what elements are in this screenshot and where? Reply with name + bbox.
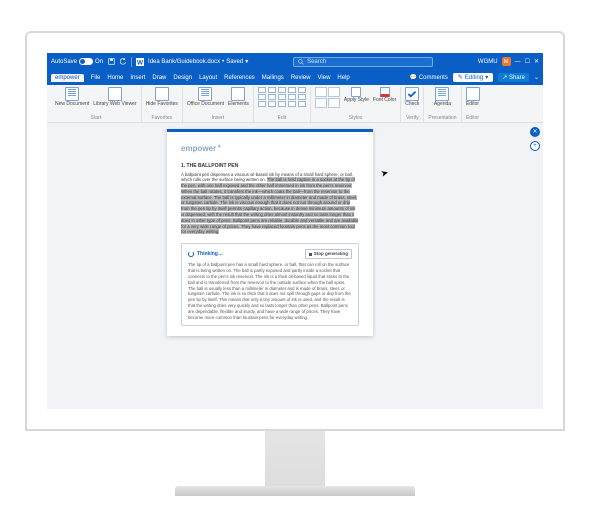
ribbon-group-edit: Edit (254, 87, 311, 122)
spinner-icon (188, 251, 194, 257)
window-maximize-icon[interactable]: ☐ (525, 58, 530, 65)
search-icon (298, 59, 304, 65)
titlebar: AutoSave On W Idea Bank/Guidebook.docx •… (47, 53, 543, 71)
tab-insert[interactable]: Insert (130, 75, 145, 81)
account-label[interactable]: WGMU (478, 59, 498, 65)
elements-button[interactable]: Elements (228, 87, 249, 108)
comments-button[interactable]: 💬 Comments (410, 74, 448, 81)
check-button[interactable]: Check (405, 87, 419, 108)
page: empower✦ ➤ 1. THE BALLPOINT PEN A ballpo… (167, 129, 373, 337)
toggle-switch[interactable] (79, 58, 93, 65)
tab-references[interactable]: References (224, 75, 255, 81)
doc-heading: 1. THE BALLPOINT PEN (181, 163, 359, 169)
word-icon: W (136, 58, 144, 66)
ribbon-group-verify: Check Verify (401, 87, 424, 122)
search-input[interactable]: Search (293, 57, 433, 67)
ribbon-group-insert: Office Document Elements Insert (183, 87, 254, 122)
ai-panel: Thinking… Stop generating The tip of a b… (181, 243, 359, 326)
tab-mailings[interactable]: Mailings (262, 75, 284, 81)
svg-text:W: W (137, 59, 144, 66)
stop-icon (309, 253, 312, 256)
ribbon-group-editor: Editor Editor (462, 87, 484, 122)
autosave-state: On (95, 59, 103, 65)
office-document-button[interactable]: Office Document (187, 87, 224, 108)
search-placeholder: Search (307, 59, 326, 65)
tab-help[interactable]: Help (337, 75, 349, 81)
save-icon[interactable] (107, 58, 115, 66)
tab-view[interactable]: View (318, 75, 331, 81)
apply-style-button[interactable]: Apply Style (344, 87, 369, 104)
stop-generating-button[interactable]: Stop generating (305, 249, 352, 259)
tab-empower[interactable]: empower (51, 74, 84, 82)
ribbon-group-favorites: Hide Favorites Favorites (142, 87, 183, 122)
sparkle-icon: ✦ (217, 144, 221, 150)
ribbon-group-presentation: Agenda Presentation (424, 87, 461, 122)
agenda-button[interactable]: Agenda (434, 87, 451, 108)
editing-mode-button[interactable]: ✎ Editing ▾ (453, 73, 493, 82)
rail-close-button[interactable]: ✕ (530, 127, 540, 137)
ribbon-collapse-icon[interactable]: ⌄ (534, 74, 539, 81)
hide-favorites-button[interactable]: Hide Favorites (146, 87, 178, 108)
rail-add-button[interactable]: + (530, 141, 540, 151)
cursor-icon: ➤ (380, 167, 390, 180)
check-icon (406, 88, 418, 100)
tab-file[interactable]: File (91, 75, 101, 81)
document-canvas[interactable]: ✕ + empower✦ ➤ 1. THE BALLPOINT PEN A ba… (47, 123, 543, 409)
library-webviewer-button[interactable]: Library Web Viewer (93, 87, 136, 108)
autosave-toggle[interactable]: AutoSave On (51, 58, 103, 65)
body-highlighted: The ball is held captive in a socket at … (181, 177, 358, 234)
ribbon-group-styles: Apply Style Font Color Styles (311, 87, 401, 122)
tab-home[interactable]: Home (107, 75, 123, 81)
tab-draw[interactable]: Draw (152, 75, 166, 81)
share-button[interactable]: ↗ Share (498, 73, 529, 82)
tab-design[interactable]: Design (173, 75, 192, 81)
autosave-label: AutoSave (51, 59, 77, 65)
empower-logo: empower✦ (181, 144, 359, 153)
new-document-button[interactable]: New Document (55, 87, 89, 108)
doc-paragraph[interactable]: A ballpoint pen dispenses a viscous oil-… (181, 172, 359, 236)
chevron-down-icon: ▾ (245, 58, 248, 65)
editor-button[interactable]: Editor (466, 87, 480, 108)
tab-layout[interactable]: Layout (199, 75, 217, 81)
style-gallery[interactable] (315, 87, 340, 108)
undo-icon[interactable] (119, 58, 127, 66)
tab-review[interactable]: Review (291, 75, 311, 81)
window-close-icon[interactable]: ✕ (534, 58, 539, 65)
window-minimize-icon[interactable]: — (515, 59, 521, 65)
document-title[interactable]: Idea Bank/Guidebook.docx • Saved ▾ (148, 58, 248, 65)
side-rail: ✕ + (530, 127, 540, 151)
ribbon-group-start: New Document Library Web Viewer Start (51, 87, 142, 122)
ai-status: Thinking… (197, 251, 223, 258)
mini-button[interactable] (258, 87, 266, 93)
font-color-button[interactable]: Font Color (373, 87, 396, 104)
ai-body: The tip of a ballpoint pen has a small h… (188, 262, 352, 320)
ribbon: New Document Library Web Viewer Start Hi… (47, 85, 543, 123)
ribbon-tabs: empower File Home Insert Draw Design Lay… (47, 71, 543, 85)
avatar[interactable]: M (502, 57, 511, 66)
